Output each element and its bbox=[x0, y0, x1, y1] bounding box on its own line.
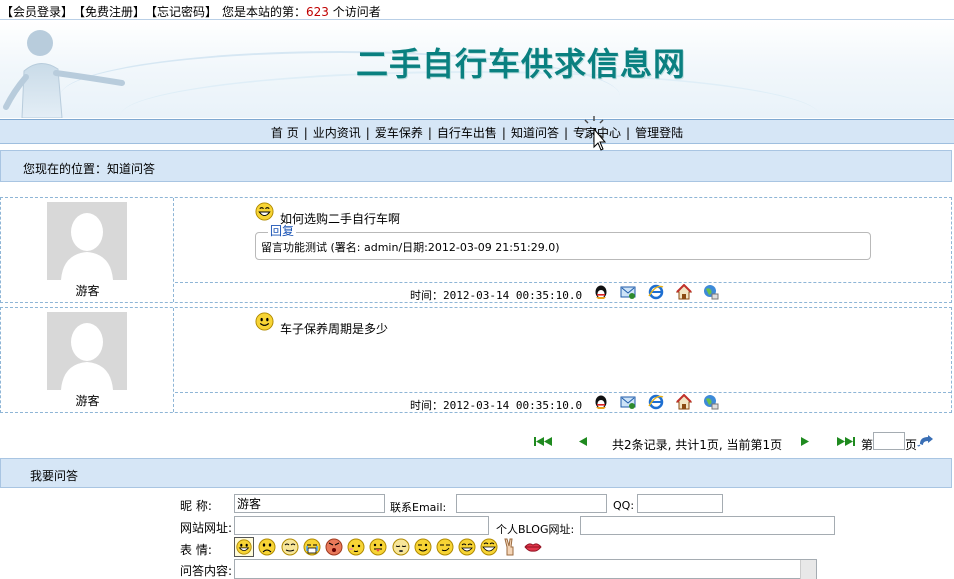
website-field[interactable] bbox=[234, 516, 489, 535]
breadcrumb: 您现在的位置：知道问答 bbox=[23, 162, 156, 176]
angry-emoticon-icon[interactable] bbox=[324, 537, 344, 557]
post-time-label: 时间： bbox=[410, 289, 443, 302]
website-label: 网站网址: bbox=[180, 521, 233, 535]
network-icon[interactable] bbox=[703, 284, 719, 300]
crying-emoticon-icon[interactable] bbox=[302, 537, 322, 557]
sad-emoticon-icon[interactable] bbox=[257, 537, 277, 557]
nav-item-bikes-for-sale[interactable]: 自行车出售 bbox=[432, 126, 502, 140]
nav-item-industry-news[interactable]: 业内资讯 bbox=[308, 126, 366, 140]
nav-item-admin-login[interactable]: 管理登陆 bbox=[630, 126, 688, 140]
first-page-icon[interactable] bbox=[533, 436, 553, 447]
qq-icon[interactable] bbox=[593, 284, 609, 300]
page-jump-suffix: 页 bbox=[905, 438, 918, 452]
post-author-cell: 游客 bbox=[1, 198, 174, 302]
avatar bbox=[47, 202, 127, 280]
page-number-input[interactable] bbox=[873, 432, 905, 450]
content-label: 问答内容: bbox=[180, 564, 233, 578]
textarea-scrollbar[interactable] bbox=[800, 560, 816, 579]
home-icon[interactable] bbox=[676, 394, 692, 410]
site-banner: 二手自行车供求信息网 bbox=[0, 21, 954, 118]
grin-emoticon-icon[interactable] bbox=[234, 537, 254, 557]
shy-emoticon-icon[interactable] bbox=[346, 537, 366, 557]
nickname-field[interactable] bbox=[234, 494, 385, 513]
pagination-info: 共2条记录, 共计1页, 当前第1页 bbox=[612, 438, 783, 452]
laugh-emoticon-icon[interactable] bbox=[457, 537, 477, 557]
email-field[interactable] bbox=[456, 494, 607, 513]
next-page-icon[interactable] bbox=[800, 436, 810, 447]
qq-icon[interactable] bbox=[593, 394, 609, 410]
previous-page-icon[interactable] bbox=[578, 436, 588, 447]
post-question: 如何选购二手自行车啊 bbox=[280, 212, 401, 226]
sleepy-emoticon-icon[interactable] bbox=[391, 537, 411, 557]
nickname-label: 昵 称: bbox=[180, 499, 212, 513]
free-register-link[interactable]: 【免费注册】 bbox=[73, 3, 145, 20]
ie-browser-icon[interactable] bbox=[648, 284, 664, 300]
nav-item-expert-center[interactable]: 专家中心 bbox=[568, 126, 626, 140]
ie-browser-icon[interactable] bbox=[648, 394, 664, 410]
message-icon[interactable] bbox=[620, 284, 636, 300]
site-title: 二手自行车供求信息网 bbox=[356, 45, 687, 83]
victory-hand-icon[interactable] bbox=[500, 537, 520, 557]
neutral-emoticon-icon[interactable] bbox=[280, 537, 300, 557]
forgot-password-link[interactable]: 【忘记密码】 bbox=[145, 3, 217, 20]
post-time-value: 2012-03-14 00:35:10.0 bbox=[443, 399, 583, 412]
qa-post: 游客 如何选购二手自行车啊 回复 留言功能测试 (署名: admin/日期:20… bbox=[0, 197, 952, 303]
post-time-label: 时间： bbox=[410, 399, 443, 412]
wink-emoticon-icon[interactable] bbox=[413, 537, 433, 557]
location-bar: 您现在的位置：知道问答 bbox=[0, 150, 952, 182]
nav-item-bike-care[interactable]: 爱车保养 bbox=[370, 126, 428, 140]
reply-text: 留言功能测试 (署名: admin/日期:2012-03-09 21:51:29… bbox=[261, 241, 560, 254]
qa-post: 游客 车子保养周期是多少 时间：2012-03-14 00:35:10.0 bbox=[0, 307, 952, 413]
qq-label: QQ: bbox=[613, 499, 635, 512]
post-meta-row: 时间：2012-03-14 00:35:10.0 bbox=[175, 392, 951, 412]
expression-label: 表 情: bbox=[180, 543, 212, 557]
blog-field[interactable] bbox=[580, 516, 835, 535]
reply-box: 回复 留言功能测试 (署名: admin/日期:2012-03-09 21:51… bbox=[255, 225, 871, 260]
tongue-emoticon-icon[interactable] bbox=[368, 537, 388, 557]
smile-emoticon-icon bbox=[255, 312, 274, 331]
ask-section-header: 我要问答 bbox=[0, 458, 952, 488]
content-textarea[interactable] bbox=[234, 559, 817, 579]
last-page-icon[interactable] bbox=[836, 436, 856, 447]
post-author-name: 游客 bbox=[75, 394, 100, 408]
post-author-cell: 游客 bbox=[1, 308, 174, 412]
big-grin-emoticon-icon[interactable] bbox=[479, 537, 499, 557]
post-time: 时间：2012-03-14 00:35:10.0 bbox=[410, 287, 582, 303]
lips-icon[interactable] bbox=[523, 537, 543, 557]
qq-field[interactable] bbox=[637, 494, 723, 513]
visitor-counter: 您是本站的第：623 个访问者 bbox=[222, 3, 381, 20]
banner-figure-placeholder bbox=[3, 30, 125, 118]
reply-legend: 回复 bbox=[268, 224, 297, 238]
avatar bbox=[47, 312, 127, 390]
go-arrow-icon[interactable] bbox=[917, 435, 935, 447]
visitor-count: 623 bbox=[306, 5, 329, 19]
network-icon[interactable] bbox=[703, 394, 719, 410]
post-time: 时间：2012-03-14 00:35:10.0 bbox=[410, 397, 582, 413]
member-login-link[interactable]: 【会员登录】 bbox=[1, 3, 73, 20]
nav-item-qa[interactable]: 知道问答 bbox=[506, 126, 564, 140]
smirk-emoticon-icon[interactable] bbox=[435, 537, 455, 557]
post-time-value: 2012-03-14 00:35:10.0 bbox=[443, 289, 583, 302]
message-icon[interactable] bbox=[620, 394, 636, 410]
grin-emoticon-icon bbox=[255, 202, 274, 221]
nav-item-home[interactable]: 首 页 bbox=[266, 126, 304, 140]
nav-list: 首 页 | 业内资讯 | 爱车保养 | 自行车出售 | 知道问答 | 专家中心 | 管理登陆 bbox=[266, 120, 688, 141]
post-author-name: 游客 bbox=[75, 284, 100, 298]
ask-section-title: 我要问答 bbox=[30, 469, 79, 483]
visitor-suffix: 个访问者 bbox=[328, 5, 381, 19]
pagination: 共2条记录, 共计1页, 当前第1页 第 页 bbox=[0, 430, 954, 452]
post-question: 车子保养周期是多少 bbox=[280, 322, 389, 336]
visitor-prefix: 您是本站的第： bbox=[222, 5, 307, 19]
blog-label: 个人BLOG网址: bbox=[496, 523, 575, 536]
post-content-cell: 如何选购二手自行车啊 回复 留言功能测试 (署名: admin/日期:2012-… bbox=[175, 198, 951, 302]
default-avatar-icon bbox=[47, 202, 127, 280]
email-label: 联系Email: bbox=[390, 501, 447, 514]
page-jump-prefix: 第 bbox=[861, 438, 874, 452]
default-avatar-icon bbox=[47, 312, 127, 390]
home-icon[interactable] bbox=[676, 284, 692, 300]
main-nav: 首 页 | 业内资讯 | 爱车保养 | 自行车出售 | 知道问答 | 专家中心 | 管理登陆 bbox=[0, 119, 954, 144]
post-meta-row: 时间：2012-03-14 00:35:10.0 bbox=[175, 282, 951, 302]
post-content-cell: 车子保养周期是多少 时间：2012-03-14 00:35:10.0 bbox=[175, 308, 951, 412]
top-bar: 【会员登录】 【免费注册】 【忘记密码】 您是本站的第：623 个访问者 bbox=[0, 0, 954, 20]
